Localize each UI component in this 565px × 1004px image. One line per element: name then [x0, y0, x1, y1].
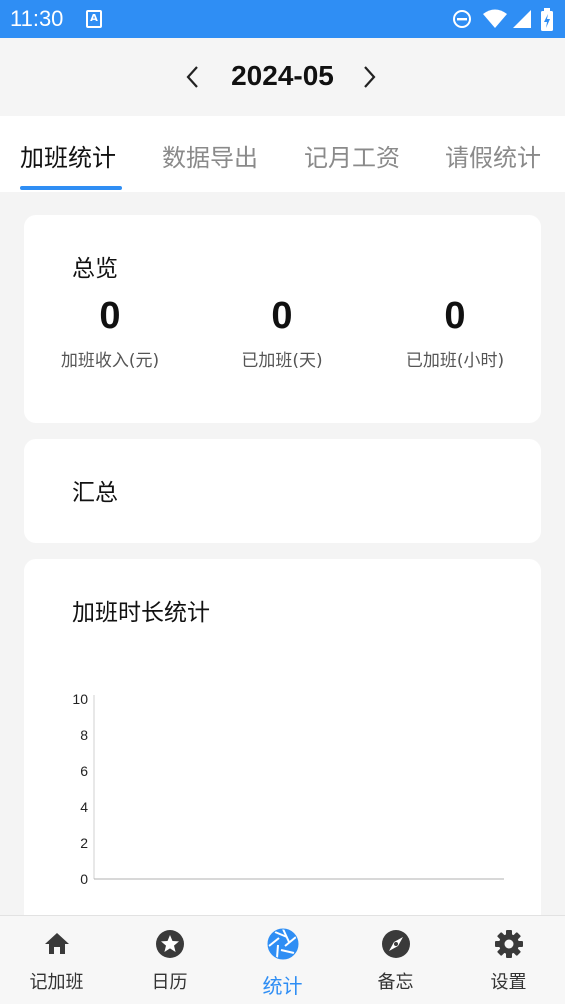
stat-overtime-hours: 0 已加班(小时) [369, 295, 541, 371]
nav-settings[interactable]: 设置 [452, 916, 565, 1004]
stat-value: 0 [271, 295, 293, 337]
tab-overtime-stats[interactable]: 加班统计 [20, 138, 116, 173]
nav-label: 设置 [490, 972, 527, 993]
stat-value: 0 [444, 295, 466, 337]
tab-monthly-salary[interactable]: 记月工资 [304, 138, 400, 173]
star-icon [156, 930, 184, 958]
duration-chart-card: 加班时长统计 0 2 4 6 8 10 [24, 559, 541, 939]
y-tick-label: 2 [80, 835, 88, 851]
summary-card: 汇总 [24, 439, 541, 543]
stat-label: 已加班(天) [241, 351, 323, 371]
stat-overtime-days: 0 已加班(天) [196, 295, 368, 371]
nav-calendar[interactable]: 日历 [113, 916, 226, 1004]
compass-icon [382, 930, 410, 958]
overview-card: 总览 0 加班收入(元) 0 已加班(天) 0 已加班(小时) [24, 215, 541, 423]
aperture-icon [267, 928, 299, 960]
nav-label: 备忘 [377, 972, 414, 993]
a-box-icon: A [86, 10, 102, 28]
summary-title: 汇总 [72, 480, 118, 506]
home-icon [45, 933, 69, 954]
y-tick-label: 0 [80, 871, 88, 887]
dnd-icon [453, 10, 471, 28]
tab-leave-stats[interactable]: 请假统计 [445, 138, 541, 173]
nav-record-overtime[interactable]: 记加班 [0, 916, 113, 1004]
y-tick-label: 6 [80, 763, 88, 779]
tab-data-export[interactable]: 数据导出 [162, 138, 258, 173]
gear-icon [495, 930, 523, 958]
overview-title: 总览 [72, 256, 118, 282]
chevron-right-icon[interactable] [358, 64, 380, 90]
stat-value: 0 [99, 295, 121, 337]
month-header: 2024-05 [0, 38, 565, 116]
status-bar: 11:30 A [0, 0, 565, 38]
nav-label: 统计 [262, 974, 303, 998]
tab-indicator [20, 186, 122, 190]
y-tick-label: 8 [80, 727, 88, 743]
stat-label: 加班收入(元) [60, 351, 160, 371]
status-time: 11:30 [10, 6, 64, 31]
y-tick-label: 4 [80, 799, 88, 815]
signal-icon [513, 10, 531, 28]
tab-bar: 加班统计 数据导出 记月工资 请假统计 [0, 116, 565, 192]
stat-overtime-income: 0 加班收入(元) [24, 295, 196, 371]
wifi-icon [483, 9, 507, 28]
nav-memo[interactable]: 备忘 [339, 916, 452, 1004]
bottom-nav: 记加班 日历 统计 备忘 设置 [0, 915, 565, 1004]
nav-label: 记加班 [29, 972, 84, 993]
stat-label: 已加班(小时) [405, 351, 505, 371]
nav-label: 日历 [151, 972, 188, 993]
nav-statistics[interactable]: 统计 [226, 916, 339, 1004]
duration-chart: 0 2 4 6 8 10 [72, 691, 504, 887]
y-tick-label: 10 [72, 691, 88, 707]
current-month: 2024-05 [231, 60, 334, 91]
battery-icon [541, 8, 553, 31]
